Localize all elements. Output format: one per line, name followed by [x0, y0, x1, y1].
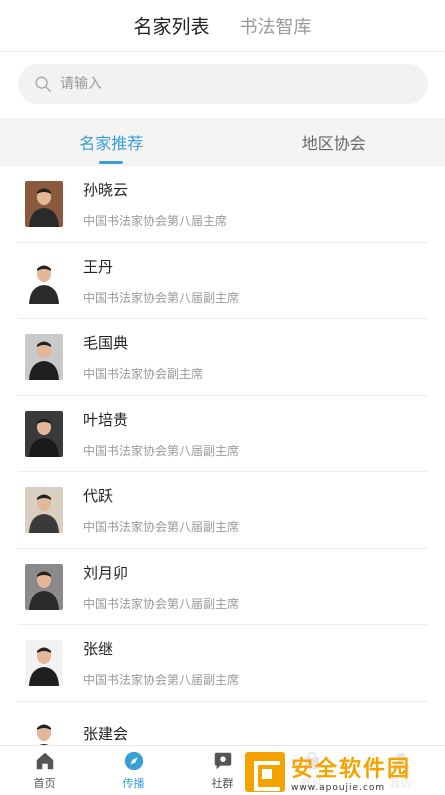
search-input[interactable]	[60, 76, 390, 92]
search-bar[interactable]	[18, 64, 428, 104]
tab-spread-label: 传播	[122, 777, 145, 790]
watermark-url: www.apoujie.com	[291, 783, 386, 793]
tab-artist-list[interactable]: 名家列表	[133, 12, 209, 39]
tab-community-label: 社群	[211, 777, 234, 790]
list-item[interactable]: 孙晓云中国书法家协会第八届主席	[0, 166, 445, 243]
artist-title: 中国书法家协会第八届副主席	[83, 673, 240, 688]
tab-recommended-artists[interactable]: 名家推荐	[0, 118, 223, 166]
tab-spread[interactable]: 传播	[89, 746, 178, 795]
avatar	[25, 181, 63, 228]
artist-name: 代跃	[83, 487, 114, 506]
list-item[interactable]: 张建会	[0, 702, 445, 745]
avatar	[25, 257, 63, 304]
list-item[interactable]: 刘月卯中国书法家协会第八届副主席	[0, 549, 445, 626]
list-item[interactable]: 叶培贵中国书法家协会第八届副主席	[0, 396, 445, 473]
tab-home-label: 首页	[33, 777, 56, 790]
watermark-logo: 安全软件园 www.apoujie.com	[245, 749, 437, 795]
list-item[interactable]: 张继中国书法家协会第八届副主席	[0, 625, 445, 702]
artist-title: 中国书法家协会副主席	[83, 367, 204, 382]
artist-title: 中国书法家协会第八届副主席	[83, 290, 240, 305]
artist-name: 张继	[83, 640, 114, 659]
avatar	[25, 716, 63, 745]
watermark-icon	[245, 752, 285, 792]
avatar	[25, 563, 63, 610]
artist-name: 毛国典	[83, 334, 129, 353]
artist-name: 叶培贵	[83, 410, 129, 429]
artist-name: 孙晓云	[83, 181, 129, 200]
tab-regional-associations[interactable]: 地区协会	[223, 118, 445, 166]
avatar	[25, 334, 63, 381]
top-tab-bar: 名家列表 书法智库	[0, 0, 445, 52]
list-item[interactable]: 王丹中国书法家协会第八届副主席	[0, 243, 445, 320]
artist-title: 中国书法家协会第八届副主席	[83, 443, 240, 458]
artist-title: 中国书法家协会第八届副主席	[83, 596, 240, 611]
list-item[interactable]: 毛国典中国书法家协会副主席	[0, 319, 445, 396]
artist-name: 王丹	[83, 257, 114, 276]
tab-calligraphy-library[interactable]: 书法智库	[240, 13, 312, 39]
list-item[interactable]: 代跃中国书法家协会第八届副主席	[0, 472, 445, 549]
artist-title: 中国书法家协会第八届副主席	[83, 520, 240, 535]
compass-icon	[124, 751, 143, 771]
artist-name: 刘月卯	[83, 563, 129, 582]
sub-tab-bar: 名家推荐 地区协会	[0, 118, 445, 166]
artist-list: 孙晓云 中国书法家协会第八届主席 王丹 中国书法家协会第八届副主席 毛国典 中国书法家协会…	[0, 166, 445, 745]
home-icon	[36, 752, 53, 770]
artist-name: 张建会	[83, 725, 129, 744]
avatar	[25, 487, 63, 534]
avatar	[25, 640, 63, 687]
watermark-brand: 安全软件园	[291, 757, 412, 782]
artist-title: 中国书法家协会第八届主席	[83, 214, 228, 229]
search-icon	[35, 76, 51, 92]
avatar	[25, 410, 63, 457]
chat-icon	[214, 752, 231, 770]
tab-home[interactable]: 首页	[0, 746, 89, 795]
